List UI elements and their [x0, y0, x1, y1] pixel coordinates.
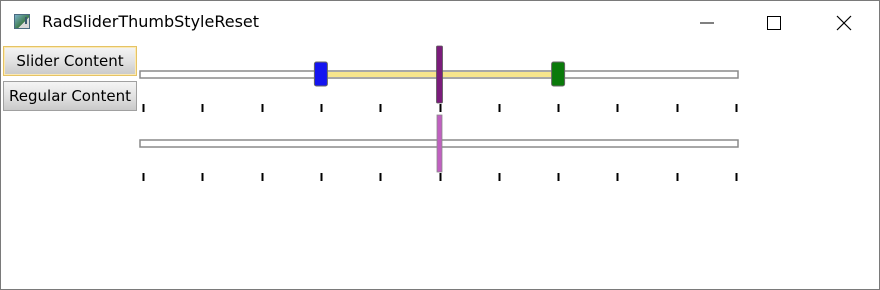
tick-marks: [142, 173, 738, 181]
selection-end-thumb[interactable]: [551, 61, 566, 87]
middle-thumb[interactable]: [436, 45, 443, 104]
plain-slider[interactable]: [139, 114, 739, 181]
selection-start-thumb[interactable]: [313, 61, 328, 87]
slider-thumb[interactable]: [436, 114, 443, 173]
tick-marks: [142, 104, 738, 112]
range-slider[interactable]: [139, 45, 739, 112]
sliders-area: [139, 45, 739, 181]
